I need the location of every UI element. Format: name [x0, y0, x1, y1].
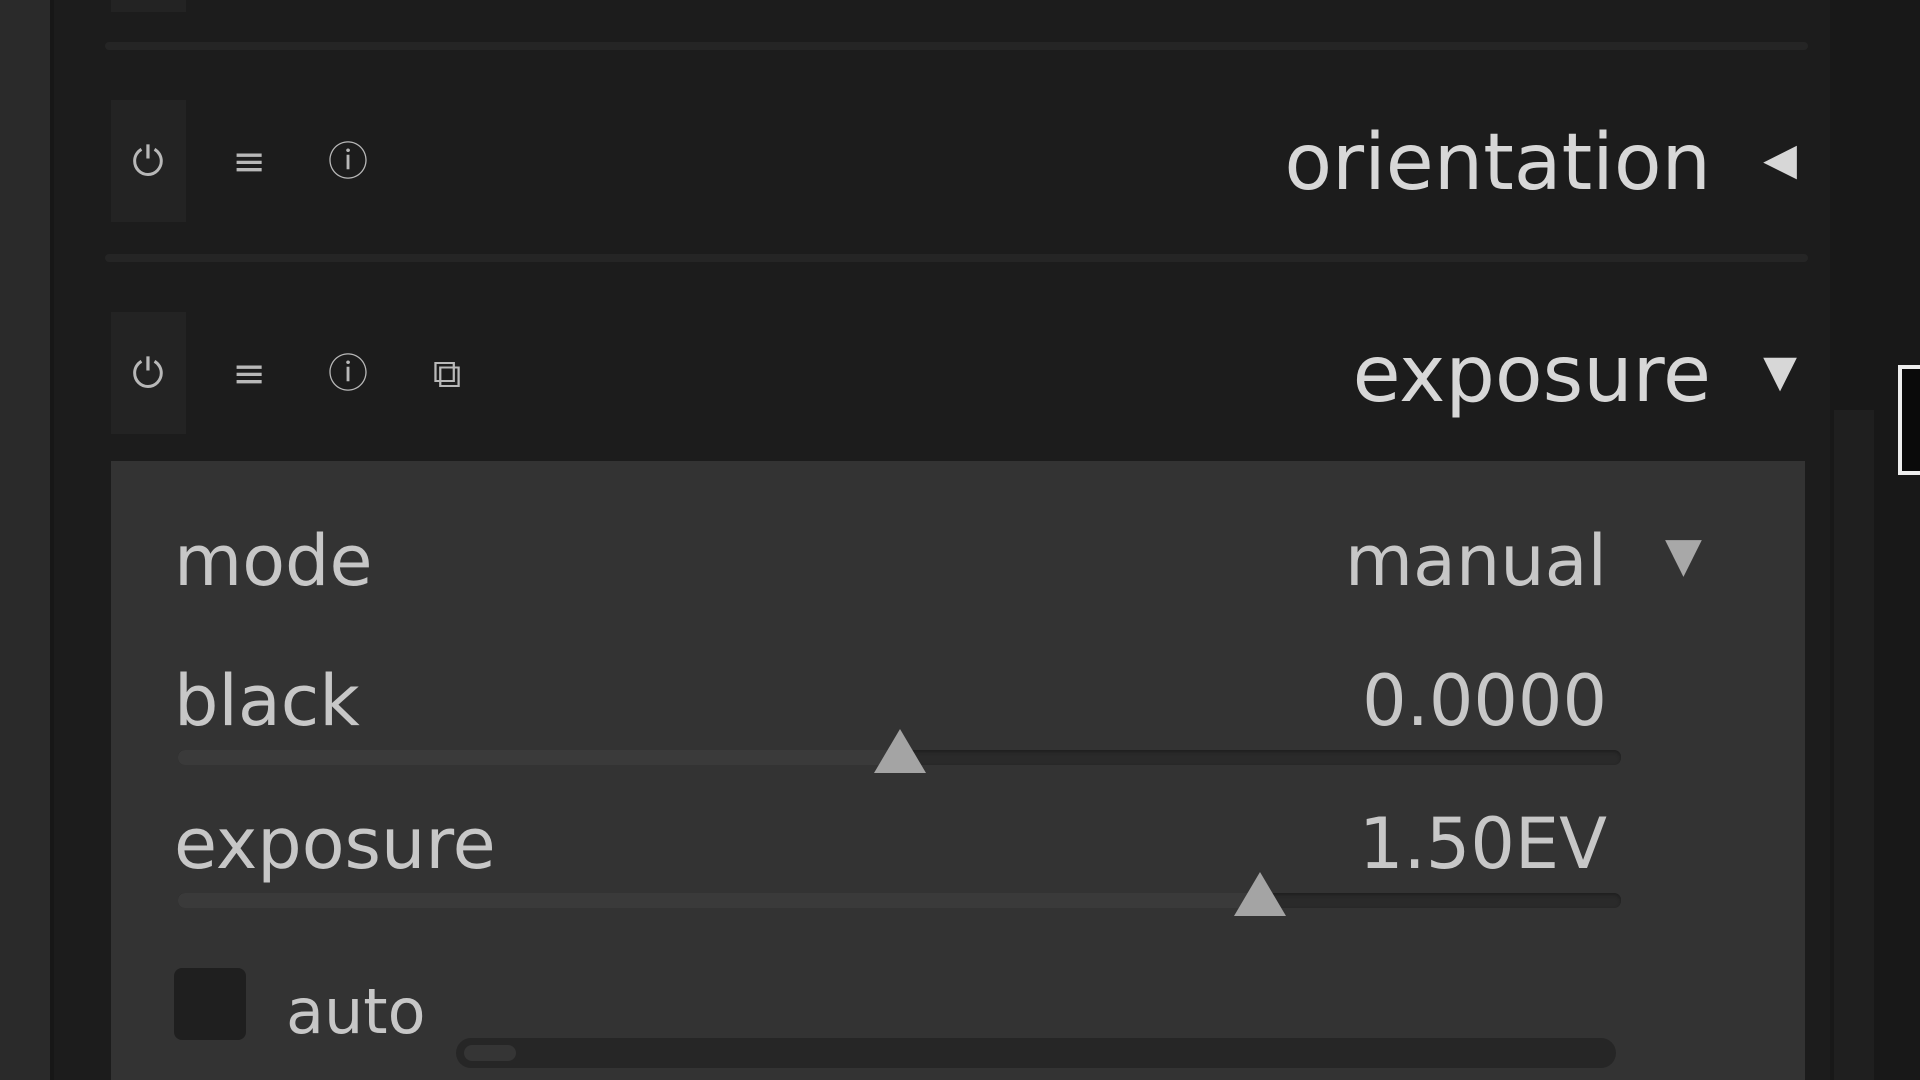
black-label: black	[174, 660, 360, 742]
panel-scrollbar[interactable]	[1834, 410, 1874, 1080]
power-icon[interactable]: ⏻	[123, 349, 173, 399]
presets-icon[interactable]: ≡	[224, 137, 274, 187]
auto-slider-thumb[interactable]	[464, 1045, 516, 1061]
exposure-module-header[interactable]: ⏻ ≡ ⓘ ⧉ exposure ▼	[111, 312, 1811, 434]
instance-icon[interactable]: ⓘ	[323, 349, 373, 399]
slider-fill	[178, 750, 900, 765]
auto-checkbox[interactable]	[174, 968, 246, 1040]
dropdown-arrow-icon[interactable]: ▼	[1665, 531, 1702, 579]
module-separator	[105, 42, 1808, 50]
slider-handle-icon[interactable]	[873, 729, 926, 773]
collapsed-arrow-icon[interactable]: ◀	[1763, 138, 1797, 182]
exposure-value[interactable]: 1.50EV	[1359, 809, 1607, 879]
multi-instance-icon[interactable]: ⧉	[422, 349, 472, 399]
left-panel-strip	[0, 0, 50, 1080]
expanded-arrow-icon[interactable]: ▼	[1763, 350, 1797, 394]
previous-module-icon-stub	[111, 0, 186, 12]
slider-handle-icon[interactable]	[1234, 872, 1287, 916]
orientation-module-header[interactable]: ⏻ ≡ ⓘ orientation ◀	[111, 100, 1811, 222]
exposure-label: exposure	[174, 803, 496, 885]
slider-fill	[178, 893, 1261, 908]
presets-icon[interactable]: ≡	[224, 349, 274, 399]
exposure-module-body: mode manual ▼ black 0.0000 exposure 1.50…	[111, 461, 1805, 1080]
module-title[interactable]: orientation	[1284, 124, 1711, 202]
slider-track[interactable]	[178, 893, 1621, 908]
power-icon[interactable]: ⏻	[123, 137, 173, 187]
auto-label: auto	[286, 975, 426, 1048]
module-title[interactable]: exposure	[1353, 336, 1711, 414]
instance-icon[interactable]: ⓘ	[323, 137, 373, 187]
auto-slider-track[interactable]	[456, 1038, 1616, 1068]
black-value[interactable]: 0.0000	[1362, 666, 1607, 736]
mode-value[interactable]: manual	[1345, 526, 1607, 596]
module-separator	[105, 254, 1808, 262]
mode-label: mode	[174, 520, 373, 602]
mouse-cursor	[1898, 365, 1920, 475]
